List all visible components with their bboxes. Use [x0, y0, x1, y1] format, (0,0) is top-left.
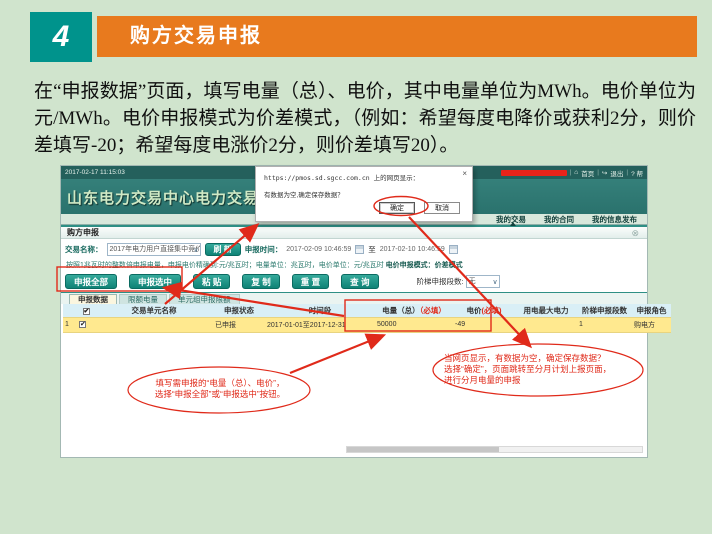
header-unit-name: 交易单元名称 — [95, 304, 213, 317]
trade-name-select[interactable]: 2017年电力用户直接集中竞价交易 ∨ — [107, 243, 201, 256]
logout-link[interactable]: 退出 — [610, 168, 623, 178]
slide-number-box: 4 — [30, 12, 92, 62]
header-period: 时间段 — [265, 304, 375, 317]
tab-declare-data[interactable]: 申报数据 — [69, 294, 117, 304]
dialog-buttons: 确定 取消 — [379, 202, 460, 214]
panel-close-icon[interactable]: ⊗ — [631, 229, 639, 237]
topbar-right: | ⌂ 首页 | ↪ 退出 | ? 帮 — [501, 168, 643, 178]
header-price-label: 电价 — [467, 306, 482, 315]
home-icon: ⌂ — [574, 169, 578, 176]
to-label: 至 — [368, 244, 376, 255]
header-index — [63, 304, 77, 317]
declare-selected-button[interactable]: 申报选中 — [129, 274, 181, 289]
calendar-icon[interactable] — [449, 245, 458, 254]
separator: | — [626, 169, 628, 176]
slide-number: 4 — [53, 20, 70, 54]
tab-unit-group-quota[interactable]: 单元组申报限额 — [169, 294, 240, 304]
cell-ladder-count: 1 — [577, 317, 632, 332]
instruction-text: 按照1兆瓦时的整数倍申报电量，申报电价精确到:元/兆瓦时；电量单位：兆瓦时，电价… — [66, 262, 386, 269]
trade-name-label: 交易名称： — [65, 244, 103, 255]
cell-period: 2017-01-01至2017-12-31 — [265, 317, 375, 332]
required-note: (必填) — [482, 306, 502, 315]
header-status: 申报状态 — [213, 304, 265, 317]
header-energy: 电量（总）（必填） — [375, 304, 453, 317]
horizontal-scrollbar[interactable] — [346, 446, 643, 453]
help-link[interactable]: ? 帮 — [631, 168, 643, 178]
panel-title: 购方申报 — [67, 227, 99, 238]
select-all-checkbox[interactable]: ✔ — [83, 308, 90, 315]
body-paragraph: 在“申报数据”页面，填写电量（总）、电价，其中电量单位为MWh。电价单位为元/M… — [34, 78, 696, 159]
separator: | — [570, 169, 572, 176]
instruction-line: 按照1兆瓦时的整数倍申报电量，申报电价精确到:元/兆瓦时；电量单位：兆瓦时，电价… — [61, 260, 647, 271]
required-note: （必填） — [420, 306, 446, 315]
cell-max-power — [515, 317, 577, 332]
logout-icon: ↪ — [602, 169, 607, 177]
declaration-table: ✔ 交易单元名称 申报状态 时间段 电量（总）（必填） 电价(必填) 用电最大电… — [63, 304, 671, 333]
tab-quota-energy[interactable]: 限额电量 — [119, 294, 167, 304]
action-button-row: 申报全部 申报选中 粘 贴 复 制 重 置 查 询 阶梯申报段数: 无 ∨ — [61, 271, 647, 292]
calendar-icon[interactable] — [355, 245, 364, 254]
redacted-username — [501, 170, 567, 176]
chevron-down-icon: ∨ — [493, 277, 498, 288]
ladder-select[interactable]: 无 ∨ — [466, 275, 500, 288]
dialog-ok-button[interactable]: 确定 — [379, 202, 415, 214]
slide: 4 购方交易申报 在“申报数据”页面，填写电量（总）、电价，其中电量单位为MWh… — [0, 0, 712, 534]
slide-title-bar: 购方交易申报 — [97, 16, 697, 57]
chevron-down-icon: ∨ — [193, 245, 198, 256]
time-from-value: 2017-02-09 10:46:59 — [286, 246, 351, 253]
table-header-row: ✔ 交易单元名称 申报状态 时间段 电量（总）（必填） 电价(必填) 用电最大电… — [63, 304, 671, 317]
time-to-value: 2017-02-10 10:46:59 — [380, 246, 445, 253]
cell-energy-input[interactable]: 50000 — [375, 317, 453, 332]
reset-button[interactable]: 重 置 — [292, 274, 329, 289]
header-energy-label: 电量（总） — [382, 306, 420, 315]
home-link[interactable]: 首页 — [581, 168, 594, 178]
nav-item-label: 我的合同 — [544, 215, 574, 224]
row-checkbox[interactable]: ✔ — [79, 321, 86, 328]
table-row[interactable]: 1 ✔ 已申报 2017-01-01至2017-12-31 50000 -49 … — [63, 317, 671, 332]
header-max-power: 用电最大电力 — [515, 304, 577, 317]
ladder-section: 阶梯申报段数: 无 ∨ — [417, 275, 500, 288]
nav-item-label: 我的信息发布 — [592, 215, 637, 224]
declare-time-label: 申报时间： — [245, 244, 283, 255]
refresh-button[interactable]: 刷 新 — [205, 243, 241, 256]
query-form-row: 交易名称： 2017年电力用户直接集中竞价交易 ∨ 刷 新 申报时间： 2017… — [61, 239, 647, 260]
cell-unit-name — [95, 317, 213, 332]
declare-all-button[interactable]: 申报全部 — [65, 274, 117, 289]
paste-button[interactable]: 粘 贴 — [193, 274, 230, 289]
query-button[interactable]: 查 询 — [341, 274, 378, 289]
slide-title: 购方交易申报 — [130, 25, 262, 47]
topbar-timestamp: 2017-02-17 11:15:03 — [65, 169, 125, 176]
cell-price-input[interactable]: -49 — [453, 317, 515, 332]
cell-status: 已申报 — [213, 317, 265, 332]
data-tabs: 申报数据 限额电量 单元组申报限额 — [61, 292, 647, 304]
header-role: 申报角色 — [632, 304, 671, 317]
scrollbar-thumb[interactable] — [347, 447, 499, 452]
dialog-cancel-button[interactable]: 取消 — [424, 202, 460, 214]
nav-item-my-contracts[interactable]: 我的合同 — [544, 214, 574, 225]
dialog-source-text: https://pmos.sd.sgcc.com.cn 上的网页显示： — [256, 167, 472, 182]
ladder-label: 阶梯申报段数: — [417, 276, 464, 287]
trade-name-value: 2017年电力用户直接集中竞价交易 — [110, 246, 201, 253]
dialog-message: 有数据为空,确定保存数据？ — [256, 182, 472, 199]
ladder-value: 无 — [469, 278, 476, 285]
cell-checkbox: ✔ — [77, 317, 95, 332]
header-price: 电价(必填) — [453, 304, 515, 317]
separator: | — [597, 169, 599, 176]
price-mode-text: 电价申报模式：价差模式 — [386, 262, 463, 269]
panel-titlebar: 购方申报 ⊗ — [61, 225, 647, 239]
header-checkbox-cell: ✔ — [77, 304, 95, 317]
nav-item-my-info[interactable]: 我的信息发布 — [592, 214, 637, 225]
header-ladder-count: 阶梯申报段数 — [577, 304, 632, 317]
active-nav-indicator-icon — [510, 222, 516, 226]
nav-item-my-trades[interactable]: 我的交易 — [496, 214, 526, 225]
cell-index: 1 — [63, 317, 77, 332]
copy-button[interactable]: 复 制 — [242, 274, 279, 289]
dialog-close-icon[interactable]: × — [462, 170, 467, 177]
cell-role: 购电方 — [632, 317, 671, 332]
browser-confirm-dialog: https://pmos.sd.sgcc.com.cn 上的网页显示： × 有数… — [255, 166, 473, 222]
